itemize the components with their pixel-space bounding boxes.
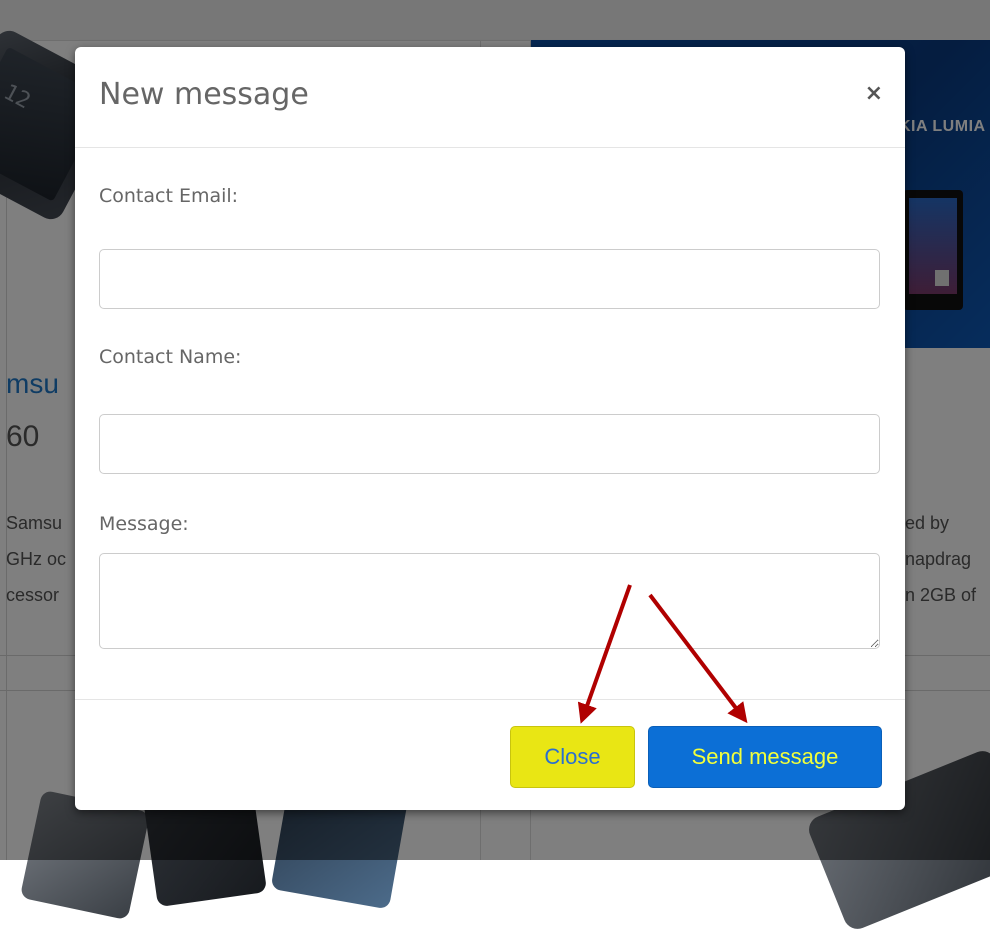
contact-name-label: Contact Name: [99,346,242,368]
message-label: Message: [99,513,189,535]
close-icon[interactable]: × [865,83,883,105]
modal-header: New message × [75,47,905,148]
contact-email-label: Contact Email: [99,185,239,207]
modal-title: New message [99,77,309,112]
close-button[interactable]: Close [510,726,635,788]
message-textarea[interactable] [99,553,880,649]
contact-email-field[interactable] [99,249,880,309]
new-message-modal: New message × Contact Email: Contact Nam… [75,47,905,810]
contact-name-field[interactable] [99,414,880,474]
send-message-button[interactable]: Send message [648,726,882,788]
